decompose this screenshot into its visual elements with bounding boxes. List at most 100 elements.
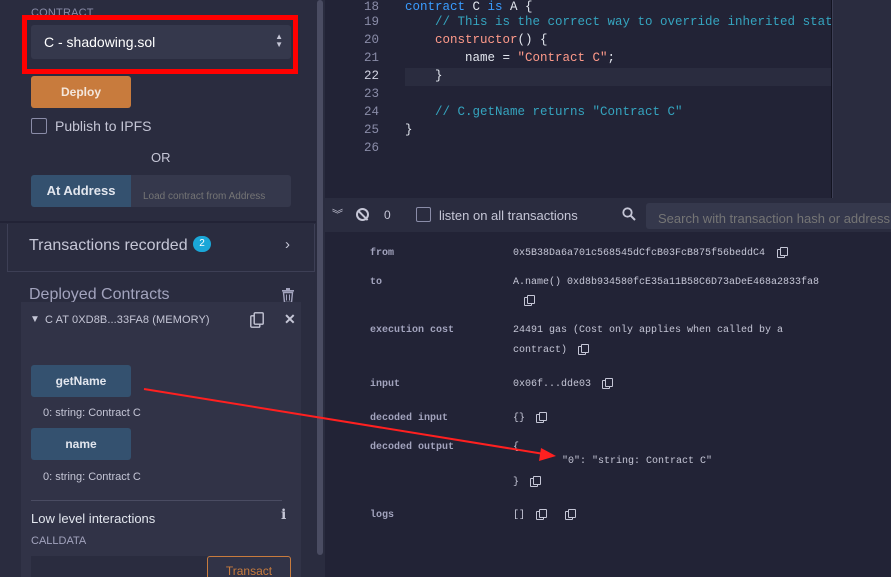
deploy-button[interactable]: Deploy: [31, 76, 131, 108]
code-line[interactable]: 19 // This is the correct way to overrid…: [325, 15, 891, 33]
line-number: 22: [363, 69, 379, 83]
transaction-search-input[interactable]: [646, 203, 891, 229]
code-line[interactable]: 26: [325, 141, 891, 159]
line-code: }: [405, 123, 413, 137]
line-code: constructor() {: [405, 33, 548, 47]
detail-key-decoded-output: decoded output: [370, 442, 455, 453]
code-line[interactable]: 24 // C.getName returns "Contract C": [325, 105, 891, 123]
info-icon[interactable]: i: [281, 507, 286, 523]
section-divider: [31, 500, 282, 501]
transactions-count-badge: 2: [193, 236, 211, 252]
detail-key-input: input: [370, 379, 401, 390]
pending-tx-count: 0: [384, 208, 391, 222]
code-line[interactable]: 23: [325, 87, 891, 105]
copy-icon[interactable]: [602, 378, 613, 389]
copy-icon[interactable]: [777, 247, 788, 258]
line-number: 25: [363, 123, 379, 137]
copy-icon[interactable]: [524, 295, 535, 306]
name-button[interactable]: name: [31, 428, 131, 460]
line-code: name = "Contract C";: [405, 51, 615, 65]
code-token: }: [405, 123, 413, 137]
detail-value-decoded-input: {}: [513, 413, 526, 424]
editor-minimap: [832, 0, 891, 198]
calldata-label: CALLDATA: [31, 535, 87, 547]
line-number: 19: [363, 15, 379, 29]
code-token: ;: [607, 51, 616, 65]
code-token: () {: [517, 33, 548, 47]
copy-icon[interactable]: [250, 312, 264, 328]
line-number: 24: [363, 105, 379, 119]
line-number: 26: [363, 141, 379, 155]
section-divider: [0, 221, 316, 223]
line-number: 21: [363, 51, 379, 65]
copy-icon[interactable]: [565, 509, 576, 520]
clear-console-icon[interactable]: [356, 208, 369, 221]
trash-icon[interactable]: [281, 288, 295, 303]
at-address-button[interactable]: At Address: [31, 175, 131, 207]
code-token: constructor: [435, 33, 518, 47]
listen-all-checkbox[interactable]: [416, 207, 431, 222]
detail-key-execution-cost: execution cost: [370, 325, 455, 336]
publish-ipfs-label: Publish to IPFS: [55, 118, 152, 134]
name-result: 0: string: Contract C: [43, 471, 141, 483]
line-number: 23: [363, 87, 379, 101]
instance-title[interactable]: C AT 0XD8B...33FA8 (MEMORY): [45, 314, 210, 326]
search-icon: [622, 207, 636, 221]
close-icon[interactable]: ✕: [284, 311, 296, 328]
line-number: 20: [363, 33, 379, 47]
code-token: "Contract C": [517, 51, 608, 65]
copy-icon[interactable]: [530, 476, 541, 487]
detail-key-from: from: [370, 248, 395, 259]
code-line[interactable]: 21 name = "Contract C";: [325, 51, 891, 69]
annotation-highlight-box: [22, 15, 298, 74]
chevron-right-icon[interactable]: ›: [285, 236, 290, 253]
decoded-output-open-brace: {: [513, 442, 520, 453]
publish-ipfs-checkbox[interactable]: [31, 118, 47, 134]
copy-icon[interactable]: [536, 412, 547, 423]
editor-minimap-border: [832, 0, 833, 198]
calldata-input[interactable]: [31, 556, 207, 577]
chevron-down-icon[interactable]: ▼: [30, 314, 40, 325]
detail-key-decoded-input: decoded input: [370, 413, 449, 424]
code-token: contract: [405, 0, 473, 14]
decoded-output-close-brace: }: [513, 477, 520, 488]
code-token: A {: [510, 0, 533, 14]
detail-value-execution-cost-cont: contract): [513, 345, 568, 356]
detail-key-logs: logs: [370, 510, 395, 521]
listen-all-label: listen on all transactions: [439, 208, 578, 223]
copy-icon[interactable]: [536, 509, 547, 520]
detail-key-to: to: [370, 277, 383, 288]
line-code: }: [405, 69, 443, 83]
line-code: contract C is A {: [405, 0, 533, 14]
scrollbar-thumb[interactable]: [317, 0, 323, 555]
code-editor[interactable]: 18 contract C is A {19 // This is the cor…: [325, 0, 891, 198]
code-token: C: [472, 0, 488, 14]
code-token: }: [405, 69, 443, 83]
code-line[interactable]: 22 }: [325, 69, 891, 87]
deploy-run-panel: CONTRACT C - shadowing.sol ▲ ▼ Deploy Pub…: [0, 0, 325, 577]
code-token: name =: [405, 51, 518, 65]
copy-icon[interactable]: [578, 344, 589, 355]
line-number: 18: [363, 0, 379, 14]
code-token: // This is the correct way to override i…: [405, 15, 891, 29]
detail-value-input: 0x06f...dde03: [513, 379, 592, 390]
transactions-recorded-label: Transactions recorded: [29, 237, 188, 254]
getname-result: 0: string: Contract C: [43, 407, 141, 419]
detail-value-from: 0x5B38Da6a701c568545dCfcB03FcB875f56bedd…: [513, 248, 766, 259]
collapse-terminal-icon[interactable]: ︾: [332, 206, 343, 222]
code-line[interactable]: 25}: [325, 123, 891, 141]
low-level-interactions-label: Low level interactions: [31, 511, 156, 526]
code-line[interactable]: 20 constructor() {: [325, 33, 891, 51]
code-token: is: [487, 0, 511, 14]
code-token: // C.getName returns "Contract C": [405, 105, 683, 119]
line-code: // C.getName returns "Contract C": [405, 105, 683, 119]
detail-value-to: A.name() 0xd8b934580fcE35a11B58C6D73aDeE…: [513, 277, 820, 288]
detail-value-execution-cost: 24491 gas (Cost only applies when called…: [513, 325, 784, 336]
transact-button[interactable]: Transact: [207, 556, 291, 577]
or-label: OR: [151, 150, 171, 165]
detail-value-logs: []: [513, 510, 526, 521]
getname-button[interactable]: getName: [31, 365, 131, 397]
address-input[interactable]: [131, 175, 291, 207]
decoded-output-entry: "0": "string: Contract C": [562, 456, 713, 467]
